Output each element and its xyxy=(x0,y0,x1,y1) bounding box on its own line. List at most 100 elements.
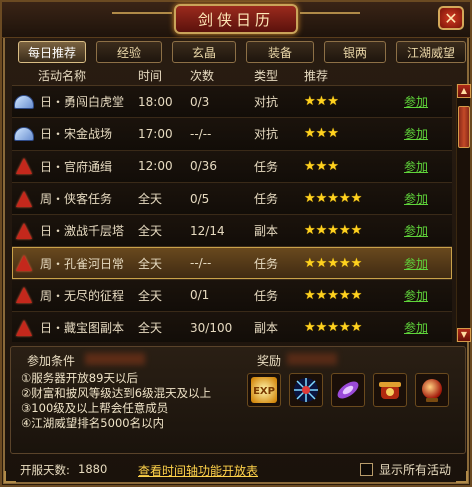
table-row[interactable]: 周・孔雀河日常 全天 --/-- 任务 ★★★★★ 参加 xyxy=(12,247,452,280)
activity-name: 日・激战千层塔 xyxy=(40,224,125,239)
join-link[interactable]: 参加 xyxy=(404,127,428,141)
activity-name: 日・宋金战场 xyxy=(40,127,113,142)
scroll-thumb[interactable] xyxy=(458,106,470,148)
tab-equipment[interactable]: 装备 xyxy=(246,41,314,63)
cone-icon xyxy=(12,283,36,307)
scroll-up-button[interactable]: ▲ xyxy=(457,84,471,98)
fan-icon xyxy=(12,122,36,146)
join-link[interactable]: 参加 xyxy=(404,289,428,303)
table-row[interactable]: 日・官府通缉 12:00 0/36 任务 ★★★ 参加 xyxy=(12,150,452,183)
table-header: 活动名称 时间 次数 类型 推荐 xyxy=(12,66,452,86)
show-all-label: 显示所有活动 xyxy=(379,463,452,477)
activity-rating-stars: ★★★ xyxy=(304,158,339,174)
activity-name-cell: 周・孔雀河日常 xyxy=(12,251,138,275)
join-link[interactable]: 参加 xyxy=(404,224,428,238)
treasure-pot-reward-icon[interactable] xyxy=(373,373,407,407)
tab-jianghu-prestige[interactable]: 江湖威望 xyxy=(396,41,466,63)
activity-time: 全天 xyxy=(138,256,163,271)
cone-icon xyxy=(12,187,36,211)
activity-count: --/-- xyxy=(190,126,212,141)
activity-name: 日・官府通缉 xyxy=(40,159,113,174)
tab-silver[interactable]: 银两 xyxy=(324,41,386,63)
cone-icon xyxy=(12,251,36,275)
activity-rating-stars: ★★★★★ xyxy=(304,287,363,303)
activity-time: 全天 xyxy=(138,192,163,207)
table-row[interactable]: 日・勇闯白虎堂 18:00 0/3 对抗 ★★★ 参加 xyxy=(12,86,452,119)
header-type: 类型 xyxy=(254,69,279,83)
condition-item: ②财富和披风等级达到6级混天及以上 xyxy=(21,386,212,400)
conditions-list: ①服务器开放89天以后 ②财富和披风等级达到6级混天及以上 ③100级及以上帮会… xyxy=(21,371,211,431)
tab-experience[interactable]: 经验 xyxy=(96,41,162,63)
join-link[interactable]: 参加 xyxy=(404,192,428,206)
condition-item: ④江湖威望排名5000名以内 xyxy=(21,416,165,430)
blue-star-reward-icon[interactable] xyxy=(289,373,323,407)
activity-type: 副本 xyxy=(254,224,279,239)
activity-count: 12/14 xyxy=(190,223,225,238)
tab-xuanjing[interactable]: 玄晶 xyxy=(172,41,236,63)
table-body: 日・勇闯白虎堂 18:00 0/3 对抗 ★★★ 参加 日・宋金战场 17:00… xyxy=(12,86,452,342)
condition-item: ③100级及以上帮会任意成员 xyxy=(21,401,169,415)
details-panel: 参加条件 ①服务器开放89天以后 ②财富和披风等级达到6级混天及以上 ③100级… xyxy=(10,346,466,454)
activity-rating-stars: ★★★★★ xyxy=(304,255,363,271)
title-ornament-left xyxy=(112,12,172,24)
title-ornament-right xyxy=(300,12,360,24)
activity-name-cell: 日・官府通缉 xyxy=(12,154,138,178)
activity-name: 周・无尽的征程 xyxy=(40,288,125,303)
join-link[interactable]: 参加 xyxy=(404,160,428,174)
tab-daily-recommend[interactable]: 每日推荐 xyxy=(18,41,86,63)
activity-time: 全天 xyxy=(138,224,163,239)
activity-rating-stars: ★★★★★ xyxy=(304,320,363,336)
table-row[interactable]: 周・无尽的征程 全天 0/1 任务 ★★★★★ 参加 xyxy=(12,279,452,313)
condition-item: ①服务器开放89天以后 xyxy=(21,371,138,385)
red-orb-reward-icon[interactable] xyxy=(415,373,449,407)
activity-name-cell: 日・勇闯白虎堂 xyxy=(12,90,138,114)
fan-icon xyxy=(12,90,36,114)
activity-name: 周・孔雀河日常 xyxy=(40,256,125,271)
join-link[interactable]: 参加 xyxy=(404,321,428,335)
header-name: 活动名称 xyxy=(38,69,87,83)
server-days-value: 1880 xyxy=(78,462,108,476)
activity-count: 0/36 xyxy=(190,159,217,174)
show-all-checkbox[interactable] xyxy=(360,463,373,476)
activity-time: 全天 xyxy=(138,288,163,303)
activity-name-cell: 周・侠客任务 xyxy=(12,187,138,211)
activity-name: 日・勇闯白虎堂 xyxy=(40,95,125,110)
rewards-title: 奖励 xyxy=(257,354,282,368)
activity-name-cell: 日・激战千层塔 xyxy=(12,219,138,243)
close-button[interactable]: ✕ xyxy=(438,6,464,30)
activity-type: 对抗 xyxy=(254,127,279,142)
activity-time: 17:00 xyxy=(138,126,173,141)
activity-type: 副本 xyxy=(254,321,279,336)
join-link[interactable]: 参加 xyxy=(404,95,428,109)
scroll-down-button[interactable]: ▼ xyxy=(457,328,471,342)
server-days-label: 开服天数: xyxy=(20,463,70,477)
table-row[interactable]: 日・激战千层塔 全天 12/14 副本 ★★★★★ 参加 xyxy=(12,215,452,248)
table-row[interactable]: 周・侠客任务 全天 0/5 任务 ★★★★★ 参加 xyxy=(12,182,452,216)
title-bar: 剑侠日历 ✕ xyxy=(2,2,470,38)
activity-type: 任务 xyxy=(254,192,279,207)
activity-count: 0/3 xyxy=(190,94,210,109)
window-title: 剑侠日历 xyxy=(174,4,298,34)
activity-name: 日・藏宝图副本 xyxy=(40,321,125,336)
table-row[interactable]: 日・宋金战场 17:00 --/-- 对抗 ★★★ 参加 xyxy=(12,118,452,151)
activity-type: 任务 xyxy=(254,159,279,174)
frame-corner-ornament xyxy=(4,471,16,483)
activity-time: 全天 xyxy=(138,321,163,336)
exp-badge-text: EXP xyxy=(253,386,275,397)
table-scrollbar[interactable]: ▲ ▼ xyxy=(456,84,471,342)
activity-count: 0/5 xyxy=(190,191,210,206)
activity-type: 对抗 xyxy=(254,95,279,110)
exp-reward-icon[interactable]: EXP xyxy=(247,373,281,407)
activity-name-cell: 日・藏宝图副本 xyxy=(12,316,138,340)
table-row[interactable]: 日・藏宝图副本 全天 30/100 副本 ★★★★★ 参加 xyxy=(12,312,452,342)
activity-rating-stars: ★★★ xyxy=(304,126,339,142)
timeline-link[interactable]: 查看时间轴功能开放表 xyxy=(138,462,258,479)
activity-time: 12:00 xyxy=(138,159,173,174)
cone-icon xyxy=(12,154,36,178)
activity-rating-stars: ★★★★★ xyxy=(304,191,363,207)
purple-gem-reward-icon[interactable] xyxy=(331,373,365,407)
activity-type: 任务 xyxy=(254,288,279,303)
show-all-toggle[interactable]: 显示所有活动 xyxy=(360,461,451,478)
activity-rating-stars: ★★★ xyxy=(304,94,339,110)
join-link[interactable]: 参加 xyxy=(404,257,428,271)
